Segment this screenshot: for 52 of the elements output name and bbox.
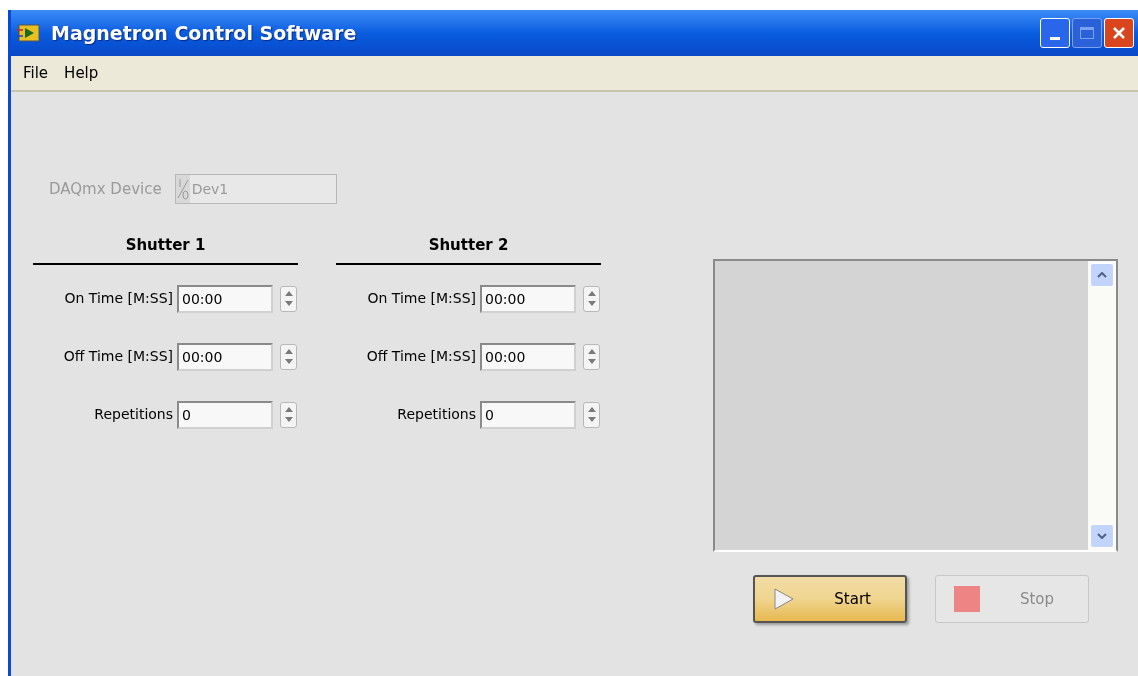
spin-buttons[interactable] <box>280 401 297 428</box>
menu-item[interactable]: Help <box>62 61 101 85</box>
close-button[interactable] <box>1104 18 1134 48</box>
spin-buttons[interactable] <box>280 285 297 312</box>
stop-icon <box>954 586 980 612</box>
input-field[interactable]: 00:00 <box>177 342 273 371</box>
minimize-button[interactable] <box>1040 18 1070 48</box>
menu-item[interactable]: File <box>21 61 51 85</box>
field-label: On Time [M:SS] <box>63 289 173 308</box>
up-arrow-icon <box>284 290 293 296</box>
down-arrow-icon <box>284 416 293 422</box>
app-logo-icon <box>17 24 41 42</box>
up-arrow-icon <box>284 348 293 354</box>
scroll-down-button[interactable] <box>1090 524 1114 548</box>
down-arrow-icon <box>284 358 293 364</box>
down-arrow-icon <box>587 416 596 422</box>
section-heading: Shutter 1 <box>33 234 298 265</box>
down-arrow-icon <box>587 358 596 364</box>
window-title: Magnetron Control Software <box>51 20 357 46</box>
field-label: Repetitions <box>396 405 476 424</box>
chevron-down-icon <box>1097 533 1107 539</box>
up-arrow-icon <box>587 406 596 412</box>
close-icon <box>1112 26 1126 40</box>
field-label: Off Time [M:SS] <box>62 347 173 366</box>
field-label: Off Time [M:SS] <box>365 347 476 366</box>
input-field[interactable]: 0 <box>177 400 273 429</box>
up-arrow-icon <box>284 406 293 412</box>
spin-buttons[interactable] <box>280 343 297 370</box>
chevron-up-icon <box>1097 272 1107 278</box>
field-label: On Time [M:SS] <box>366 289 476 308</box>
field-label: DAQmx Device <box>49 178 162 200</box>
spin-buttons[interactable] <box>583 401 600 428</box>
section-heading: Shutter 2 <box>336 234 601 265</box>
minimize-icon <box>1050 37 1060 40</box>
play-icon <box>773 588 795 610</box>
scroll-up-button[interactable] <box>1090 263 1114 287</box>
field-label: Repetitions <box>93 405 173 424</box>
spin-buttons[interactable] <box>583 285 600 312</box>
down-arrow-icon <box>284 300 293 306</box>
spin-buttons[interactable] <box>583 343 600 370</box>
down-arrow-icon <box>587 300 596 306</box>
scrollbar[interactable] <box>1088 261 1116 550</box>
field-value: Dev1 <box>191 179 229 199</box>
maximize-icon <box>1080 27 1094 39</box>
up-arrow-icon <box>587 348 596 354</box>
up-arrow-icon <box>587 290 596 296</box>
input-field[interactable]: 00:00 <box>480 284 576 313</box>
io-icon <box>175 175 190 203</box>
input-field[interactable]: 00:00 <box>177 284 273 313</box>
input-field[interactable]: 00:00 <box>480 342 576 371</box>
start-button[interactable]: Start <box>753 575 907 623</box>
input-field[interactable]: 0 <box>480 400 576 429</box>
